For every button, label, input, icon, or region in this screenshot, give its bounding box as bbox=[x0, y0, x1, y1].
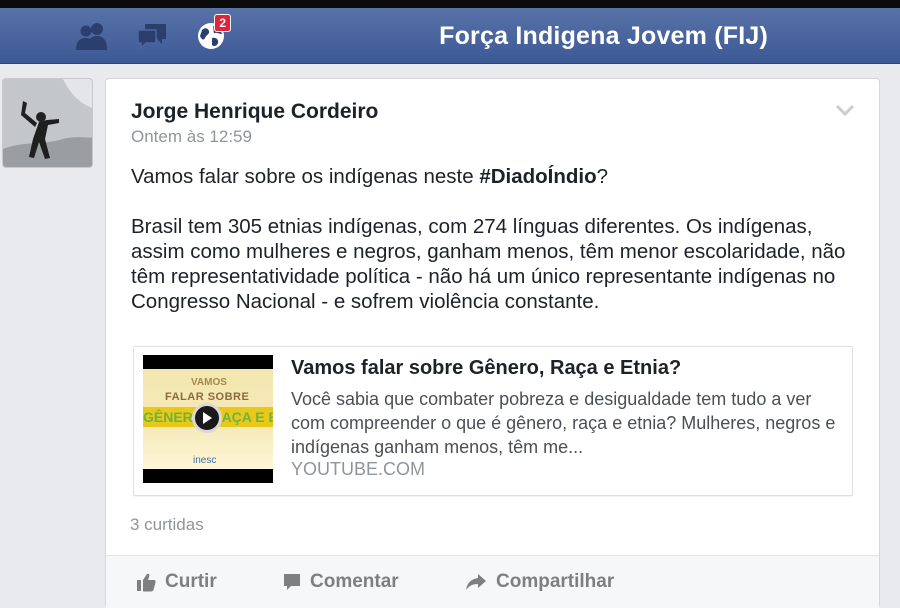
status-bar bbox=[0, 0, 900, 8]
like-label: Curtir bbox=[165, 571, 217, 592]
messages-icon[interactable] bbox=[134, 18, 170, 54]
friends-icon[interactable] bbox=[74, 18, 110, 54]
top-navbar: 2 Força Indigena Jovem (FIJ) bbox=[0, 8, 900, 64]
thumbs-up-icon bbox=[137, 573, 156, 592]
post-text-body: Brasil tem 305 etnias indígenas, com 274… bbox=[131, 215, 846, 313]
link-preview[interactable]: VAMOS FALAR SOBRE GÊNERO, RAÇA E ETNIA i… bbox=[133, 346, 853, 496]
post-text-intro-end: ? bbox=[596, 165, 609, 188]
hashtag-link[interactable]: #DiadoÍndio bbox=[479, 165, 596, 188]
page-title: Força Indigena Jovem (FIJ) bbox=[439, 22, 768, 50]
link-title[interactable]: Vamos falar sobre Gênero, Raça e Etnia? bbox=[291, 357, 836, 380]
notification-badge: 2 bbox=[214, 14, 231, 32]
share-arrow-icon bbox=[466, 574, 486, 590]
thumbnail-logo-text: inesc bbox=[193, 455, 217, 466]
post-card: Jorge Henrique Cordeiro Ontem às 12:59 V… bbox=[105, 78, 880, 608]
post-author[interactable]: Jorge Henrique Cordeiro bbox=[131, 100, 378, 124]
comment-icon bbox=[284, 574, 300, 590]
author-avatar[interactable] bbox=[2, 78, 93, 168]
post-text-intro: Vamos falar sobre os indígenas neste bbox=[131, 165, 480, 188]
thumbnail-text: FALAR SOBRE bbox=[165, 391, 250, 403]
comment-button[interactable]: Comentar bbox=[283, 556, 399, 608]
link-description: Você sabia que combater pobreza e desigu… bbox=[291, 389, 836, 457]
share-label: Compartilhar bbox=[496, 571, 615, 592]
share-button[interactable]: Compartilhar bbox=[465, 556, 614, 608]
chevron-down-icon[interactable] bbox=[835, 103, 855, 117]
video-thumbnail[interactable]: VAMOS FALAR SOBRE GÊNERO, RAÇA E ETNIA i… bbox=[143, 355, 273, 483]
notifications-globe-icon[interactable]: 2 bbox=[193, 14, 231, 54]
play-icon[interactable] bbox=[192, 403, 222, 433]
post-text: Vamos falar sobre os indígenas neste #Di… bbox=[131, 164, 866, 314]
like-button[interactable]: Curtir bbox=[136, 556, 217, 608]
link-domain: YOUTUBE.COM bbox=[291, 459, 426, 479]
likes-count[interactable]: 3 curtidas bbox=[130, 515, 204, 535]
comment-label: Comentar bbox=[310, 571, 399, 592]
post-timestamp[interactable]: Ontem às 12:59 bbox=[131, 127, 252, 147]
post-actions: Curtir Comentar Compartilhar bbox=[106, 555, 879, 608]
thumbnail-text: VAMOS bbox=[191, 377, 227, 388]
